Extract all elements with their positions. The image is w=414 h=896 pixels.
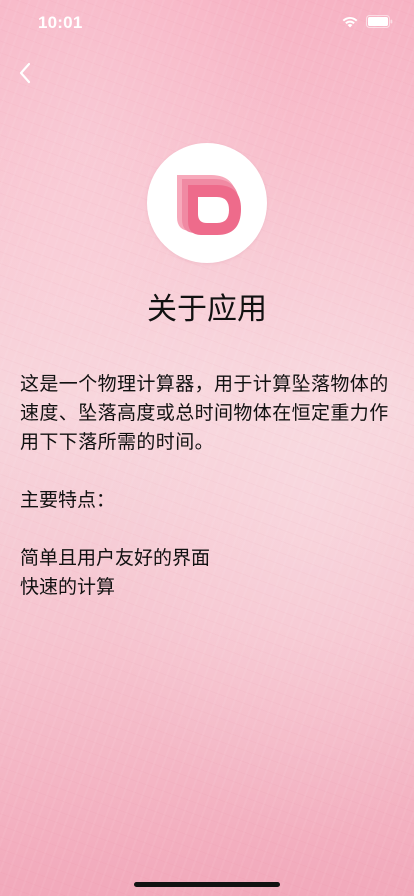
feature-item: 简单且用户友好的界面 bbox=[20, 547, 211, 569]
about-screen: 10:01 关于应用 这是一个物理计算器，用于计算坠落物体的速度、坠落高度或总时… bbox=[0, 0, 414, 896]
features-heading: 主要特点： bbox=[20, 489, 116, 511]
app-logo bbox=[147, 143, 267, 263]
back-button[interactable] bbox=[10, 58, 40, 88]
status-bar: 10:01 bbox=[0, 0, 414, 44]
battery-icon bbox=[366, 15, 393, 28]
about-content: 这是一个物理计算器，用于计算坠落物体的速度、坠落高度或总时间物体在恒定重力作用下… bbox=[20, 370, 400, 602]
leaf-logo-icon bbox=[177, 175, 241, 235]
wifi-icon bbox=[342, 16, 358, 28]
app-description: 这是一个物理计算器，用于计算坠落物体的速度、坠落高度或总时间物体在恒定重力作用下… bbox=[20, 373, 389, 453]
chevron-left-icon bbox=[19, 62, 31, 84]
status-time: 10:01 bbox=[38, 13, 83, 32]
page-title: 关于应用 bbox=[147, 292, 267, 327]
feature-item: 快速的计算 bbox=[20, 576, 116, 598]
home-indicator[interactable] bbox=[134, 882, 280, 887]
